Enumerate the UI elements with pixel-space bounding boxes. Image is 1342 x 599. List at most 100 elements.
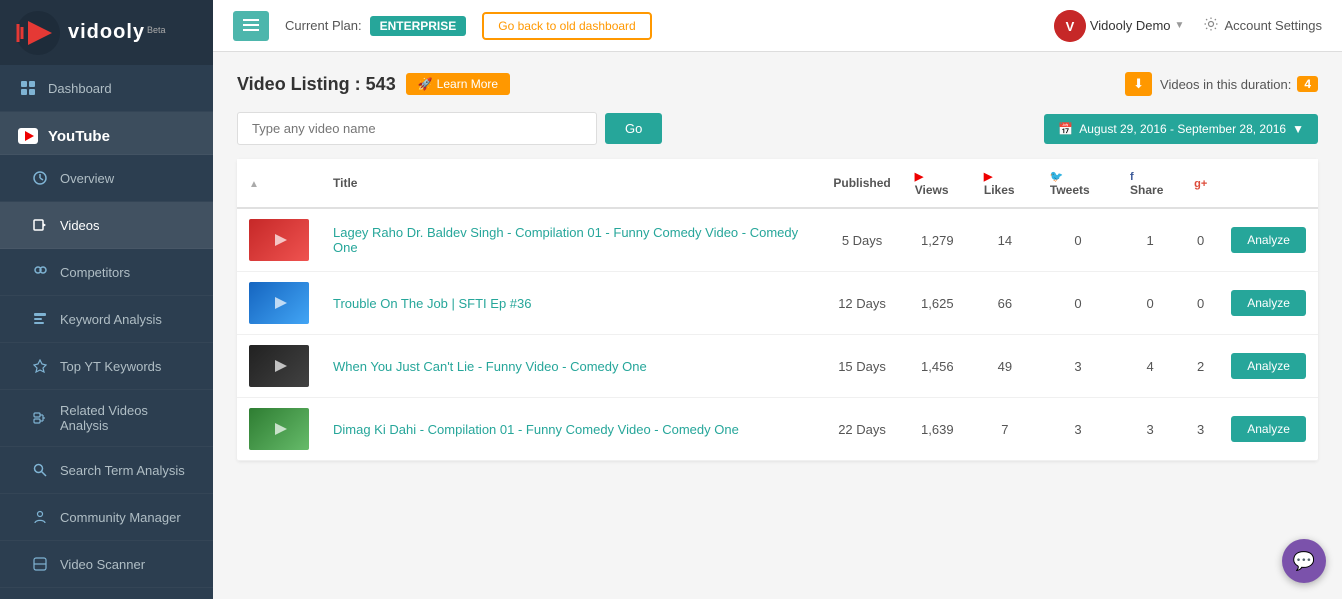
cell-action: Analyze (1219, 208, 1318, 272)
cell-tweets: 0 (1038, 272, 1118, 335)
topbar: Current Plan: ENTERPRISE Go back to old … (213, 0, 1342, 52)
date-picker-button[interactable]: 📅 August 29, 2016 - September 28, 2016 ▼ (1044, 114, 1318, 144)
chat-fab[interactable]: 💬 (1282, 539, 1326, 583)
col-views: ▶ Views (903, 159, 972, 208)
youtube-icon (18, 126, 38, 146)
cell-gplus: 2 (1182, 335, 1219, 398)
analyze-button[interactable]: Analyze (1231, 353, 1306, 379)
account-settings-link[interactable]: Account Settings (1204, 17, 1322, 34)
cell-action: Analyze (1219, 335, 1318, 398)
cell-action: Analyze (1219, 398, 1318, 461)
sidebar-item-top-keywords-label: Top YT Keywords (60, 359, 161, 374)
sidebar-item-keyword-analysis[interactable]: Keyword Analysis (0, 296, 213, 343)
logo-icon (16, 11, 60, 55)
video-title-link[interactable]: When You Just Can't Lie - Funny Video - … (333, 359, 647, 374)
cell-views: 1,639 (903, 398, 972, 461)
download-button[interactable]: ⬇ (1125, 72, 1152, 96)
plan-badge: ENTERPRISE (370, 16, 467, 36)
video-title-link[interactable]: Lagey Raho Dr. Baldev Singh - Compilatio… (333, 225, 798, 255)
svg-text:V: V (1065, 19, 1074, 34)
video-thumbnail (249, 345, 309, 387)
sidebar-item-youtube-label: YouTube (48, 128, 110, 145)
hamburger-icon (243, 18, 259, 34)
cell-title: Lagey Raho Dr. Baldev Singh - Compilatio… (321, 208, 821, 272)
sidebar-item-community-label: Community Manager (60, 510, 181, 525)
sidebar-item-video-scanner[interactable]: Video Scanner (0, 541, 213, 588)
cell-title: Trouble On The Job | SFTI Ep #36 (321, 272, 821, 335)
gplus-icon: g+ (1194, 178, 1207, 190)
sidebar-item-youtube[interactable]: YouTube (0, 112, 213, 155)
cell-published: 12 Days (821, 272, 902, 335)
duration-label: Videos in this duration: (1160, 77, 1291, 92)
cell-thumb (237, 208, 321, 272)
sidebar-item-dashboard[interactable]: Dashboard (0, 65, 213, 112)
search-term-icon (30, 460, 50, 480)
go-back-button[interactable]: Go back to old dashboard (482, 12, 651, 40)
cell-title: Dimag Ki Dahi - Compilation 01 - Funny C… (321, 398, 821, 461)
yt-views-icon: ▶ (915, 171, 923, 183)
video-thumbnail (249, 408, 309, 450)
cell-action: Analyze (1219, 272, 1318, 335)
overview-icon (30, 168, 50, 188)
topbar-right: V Vidooly Demo ▼ Account Settings (1054, 10, 1322, 42)
cell-likes: 66 (972, 272, 1038, 335)
go-button[interactable]: Go (605, 113, 662, 144)
cell-views: 1,279 (903, 208, 972, 272)
sidebar: vidoolyBeta Dashboard YouTube Overview (0, 0, 213, 599)
logo-text: vidooly (68, 21, 145, 43)
sidebar-item-search-term[interactable]: Search Term Analysis (0, 447, 213, 494)
table-row: Lagey Raho Dr. Baldev Singh - Compilatio… (237, 208, 1318, 272)
sidebar-item-keyword-label: Keyword Analysis (60, 312, 162, 327)
table-row: Trouble On The Job | SFTI Ep #36 12 Days… (237, 272, 1318, 335)
analyze-button[interactable]: Analyze (1231, 290, 1306, 316)
download-icon: ⬇ (1133, 76, 1144, 91)
col-thumb: ▲ (237, 159, 321, 208)
date-chevron: ▼ (1292, 122, 1304, 136)
scanner-icon (30, 554, 50, 574)
sidebar-item-competitors-label: Competitors (60, 265, 130, 280)
sidebar-item-community-manager[interactable]: Community Manager (0, 494, 213, 541)
cell-published: 5 Days (821, 208, 902, 272)
cell-views: 1,625 (903, 272, 972, 335)
yt-likes-icon: ▶ (984, 171, 992, 183)
cell-likes: 14 (972, 208, 1038, 272)
cell-likes: 49 (972, 335, 1038, 398)
video-title-link[interactable]: Dimag Ki Dahi - Compilation 01 - Funny C… (333, 422, 739, 437)
sidebar-item-related-videos[interactable]: Related Videos Analysis (0, 390, 213, 447)
sidebar-item-videos[interactable]: Videos (0, 202, 213, 249)
search-input[interactable] (237, 112, 597, 145)
facebook-icon: f (1130, 171, 1134, 183)
col-gplus: g+ (1182, 159, 1219, 208)
video-title-link[interactable]: Trouble On The Job | SFTI Ep #36 (333, 296, 531, 311)
logo-beta: Beta (147, 25, 166, 35)
cell-views: 1,456 (903, 335, 972, 398)
col-tweets: 🐦 Tweets (1038, 159, 1118, 208)
analyze-button[interactable]: Analyze (1231, 416, 1306, 442)
analyze-button[interactable]: Analyze (1231, 227, 1306, 253)
cell-published: 22 Days (821, 398, 902, 461)
cell-gplus: 3 (1182, 398, 1219, 461)
menu-button[interactable] (233, 11, 269, 41)
cell-share: 4 (1118, 335, 1182, 398)
sidebar-item-dashboard-label: Dashboard (48, 81, 112, 96)
cell-tweets: 3 (1038, 335, 1118, 398)
sidebar-logo: vidoolyBeta (0, 0, 213, 65)
video-table: ▲ Title Published ▶ Views ▶ Likes 🐦 Twee… (237, 159, 1318, 461)
community-icon (30, 507, 50, 527)
user-menu[interactable]: V Vidooly Demo ▼ (1054, 10, 1185, 42)
learn-more-button[interactable]: 🚀 Learn More (406, 73, 510, 95)
top-keywords-icon (30, 356, 50, 376)
cell-likes: 7 (972, 398, 1038, 461)
col-action (1219, 159, 1318, 208)
competitors-icon (30, 262, 50, 282)
keyword-icon (30, 309, 50, 329)
sidebar-item-competitors[interactable]: Competitors (0, 249, 213, 296)
user-name-text: Vidooly Demo (1090, 18, 1171, 33)
avatar: V (1054, 10, 1086, 42)
sidebar-item-overview[interactable]: Overview (0, 155, 213, 202)
sidebar-item-top-yt-keywords[interactable]: Top YT Keywords (0, 343, 213, 390)
duration-info: ⬇ Videos in this duration: 4 (1125, 72, 1318, 96)
duration-count: 4 (1297, 76, 1318, 92)
table-row: When You Just Can't Lie - Funny Video - … (237, 335, 1318, 398)
col-likes: ▶ Likes (972, 159, 1038, 208)
